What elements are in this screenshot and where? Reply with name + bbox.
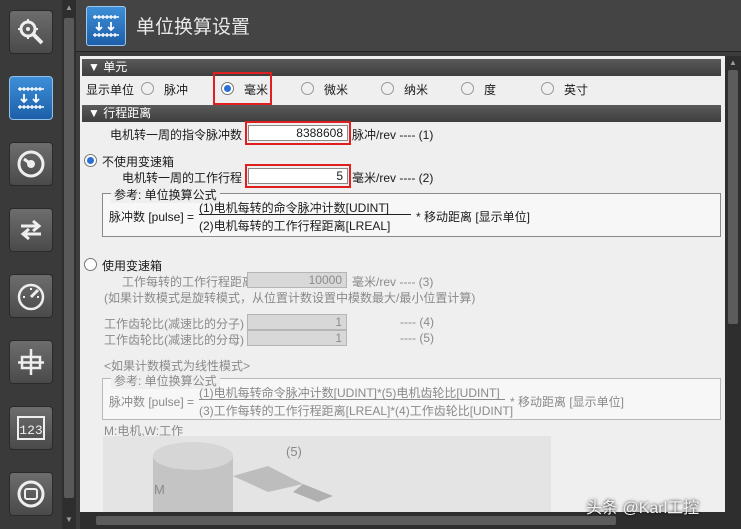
command-pulses-unit: 脉冲/rev ---- (1) bbox=[352, 128, 434, 142]
highlight-box bbox=[245, 164, 351, 188]
display-unit-label: 显示单位 bbox=[86, 83, 135, 97]
travel-section-header[interactable]: ▼ 行程距离 bbox=[82, 105, 721, 122]
gear-fraction-line bbox=[199, 399, 505, 400]
gear-ratio-denominator-ref: ---- (5) bbox=[400, 331, 434, 345]
no-gearbox-label: 不使用变速箱 bbox=[102, 155, 175, 169]
command-pulses-label: 电机转一周的指令脉冲数 bbox=[110, 128, 243, 142]
motor-diagram-icon bbox=[153, 442, 333, 512]
scroll-down-arrow-icon[interactable]: ▼ bbox=[64, 514, 74, 526]
gear-formula-box: 参考: 单位换算公式 脉冲数 [pulse] = (1)电机每转命令脉冲计数[U… bbox=[102, 372, 721, 420]
gear-label: (5) bbox=[286, 444, 302, 459]
radio-label-nm: 纳米 bbox=[404, 83, 429, 97]
gear-ratio-numerator-ref: ---- (4) bbox=[400, 315, 434, 329]
formula-lhs: 脉冲数 [pulse] = bbox=[109, 210, 195, 224]
radio-label-degree: 度 bbox=[484, 83, 497, 97]
cross-axis-icon[interactable] bbox=[9, 340, 53, 384]
radio-inch[interactable] bbox=[541, 82, 554, 95]
scroll-thumb[interactable] bbox=[96, 516, 616, 525]
rotation-mode-note: (如果计数模式是旋转模式，从位置计数设置中模数最大/最小位置计算) bbox=[104, 291, 476, 305]
radio-label-um: 微米 bbox=[324, 83, 349, 97]
scroll-up-arrow-icon[interactable]: ▲ bbox=[64, 2, 74, 14]
digits-123-icon[interactable]: 123 bbox=[9, 406, 53, 450]
gear-travel-input[interactable]: 10000 bbox=[247, 272, 347, 288]
radio-label-pulse: 脉冲 bbox=[164, 83, 189, 97]
circle-stop-icon[interactable] bbox=[9, 472, 53, 516]
scroll-thumb[interactable] bbox=[64, 18, 74, 498]
left-scrollbar[interactable]: ▲ ▼ bbox=[62, 0, 76, 529]
work-travel-label: 电机转一周的工作行程 bbox=[122, 171, 243, 185]
motor-gear-diagram: M (5) bbox=[103, 436, 551, 512]
speedometer-icon[interactable] bbox=[9, 274, 53, 318]
unit-conversion-icon bbox=[86, 6, 126, 46]
radio-um[interactable] bbox=[301, 82, 314, 95]
radio-pulse[interactable] bbox=[141, 82, 154, 95]
page-header: 单位换算设置 bbox=[76, 0, 741, 52]
fraction-line bbox=[199, 214, 411, 215]
scroll-thumb[interactable] bbox=[728, 70, 738, 324]
gear-travel-unit: 毫米/rev ---- (3) bbox=[352, 275, 434, 289]
radio-no-gearbox[interactable] bbox=[84, 154, 97, 167]
use-gearbox-label: 使用变速箱 bbox=[102, 259, 163, 273]
gear-formula-denominator: (3)工作每转的工作行程距离[LREAL]*(4)工作齿轮比[UDINT] bbox=[199, 404, 514, 418]
gear-travel-label: 工作每转的工作行程距离 bbox=[122, 275, 255, 289]
left-toolbar: 123 bbox=[0, 0, 62, 529]
unit-conversion-icon[interactable] bbox=[9, 76, 53, 120]
gauge-circle-icon[interactable] bbox=[9, 142, 53, 186]
gear-formula-rhs: * 移动距离 [显示单位] bbox=[510, 395, 625, 409]
svg-text:123: 123 bbox=[19, 423, 42, 438]
motor-label: M bbox=[154, 482, 165, 497]
highlight-box bbox=[245, 121, 351, 145]
unit-section-header[interactable]: ▼ 单元 bbox=[82, 59, 721, 76]
formula-box: 参考: 单位换算公式 脉冲数 [pulse] = (1)电机每转的命令脉冲计数[… bbox=[102, 186, 721, 237]
arrows-swap-icon[interactable] bbox=[9, 208, 53, 252]
gear-ratio-numerator-label: 工作齿轮比(减速比的分子) bbox=[104, 317, 244, 331]
scroll-up-arrow-icon[interactable]: ▲ bbox=[728, 58, 738, 67]
page-title: 单位换算设置 bbox=[136, 17, 251, 38]
gear-search-icon[interactable] bbox=[9, 10, 53, 54]
work-travel-unit: 毫米/rev ---- (2) bbox=[352, 171, 434, 185]
radio-degree[interactable] bbox=[461, 82, 474, 95]
gear-ratio-denominator-label: 工作齿轮比(减速比的分母) bbox=[104, 333, 244, 347]
gear-ratio-numerator-input[interactable]: 1 bbox=[247, 314, 347, 330]
radio-use-gearbox[interactable] bbox=[84, 258, 97, 271]
settings-panel: ▼ 单元 显示单位 脉冲 毫米 微米 纳米 度 英寸 ▼ 行程距离 电机转一周的… bbox=[80, 56, 725, 512]
watermark: 头条 @Karl工控 bbox=[586, 500, 700, 517]
radio-nm[interactable] bbox=[381, 82, 394, 95]
highlight-box bbox=[213, 72, 272, 105]
formula-rhs: * 移动距离 [显示单位] bbox=[416, 210, 531, 224]
gear-ratio-denominator-input[interactable]: 1 bbox=[247, 330, 347, 346]
right-scrollbar[interactable]: ▲ bbox=[725, 56, 741, 512]
gear-formula-lhs: 脉冲数 [pulse] = bbox=[109, 395, 195, 409]
formula-denominator: (2)电机每转的工作行程距离[LREAL] bbox=[199, 219, 391, 233]
radio-label-inch: 英寸 bbox=[564, 83, 589, 97]
